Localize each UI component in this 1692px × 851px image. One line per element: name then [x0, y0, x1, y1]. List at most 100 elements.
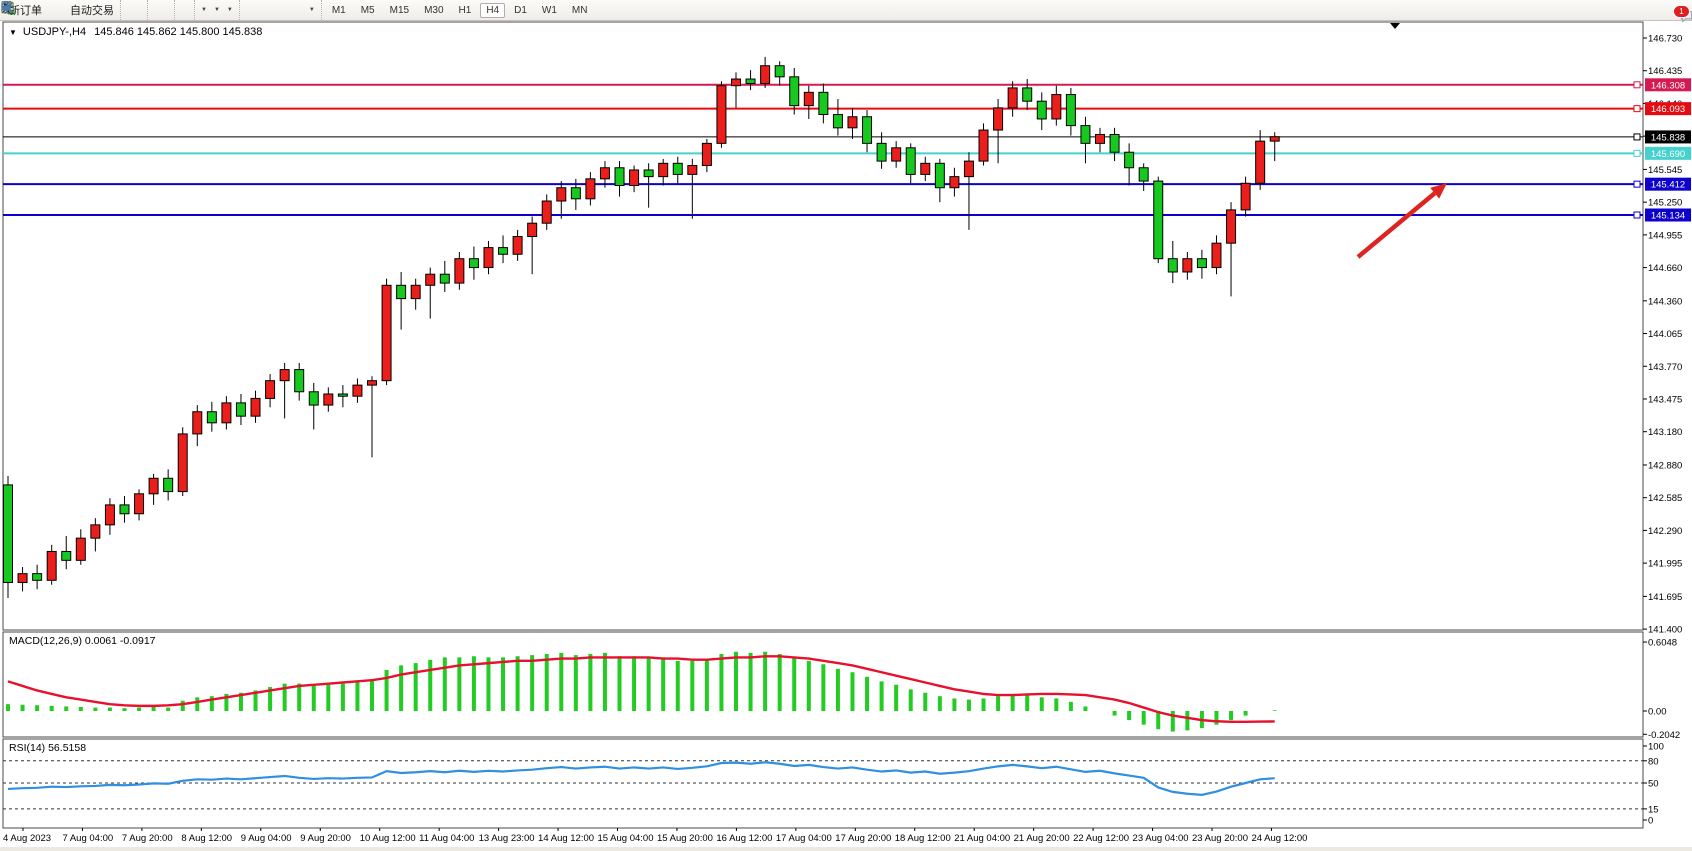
svg-text:146.093: 146.093 — [1651, 104, 1685, 115]
chart-symbol-label: USDJPY-,H4 — [23, 26, 86, 38]
chart-ohlc-values: 145.846 145.862 145.800 145.838 — [94, 26, 262, 38]
svg-text:145.690: 145.690 — [1651, 149, 1685, 160]
toolbar-group-trade: 新订单 自动交易 — [3, 0, 120, 20]
timeframe-W1[interactable]: W1 — [536, 3, 563, 18]
svg-text:141.400: 141.400 — [1648, 625, 1682, 636]
market-watch-button[interactable] — [54, 9, 58, 11]
svg-text:144.360: 144.360 — [1648, 296, 1682, 307]
text-label-button[interactable]: T — [300, 9, 304, 11]
search-icon — [0, 0, 15, 15]
chart-dropdown-icon[interactable]: ▼ — [9, 28, 17, 37]
svg-text:14 Aug 12:00: 14 Aug 12:00 — [538, 833, 594, 844]
chart-canvas[interactable]: 146.730146.435146.140145.845145.545145.2… — [0, 0, 1692, 851]
toolbar-group-chart-type — [120, 0, 147, 20]
svg-text:15 Aug 04:00: 15 Aug 04:00 — [598, 833, 654, 844]
vertical-line-button[interactable] — [258, 9, 262, 11]
crosshair-button[interactable] — [251, 9, 255, 11]
timeframe-D1[interactable]: D1 — [508, 3, 533, 18]
svg-text:142.290: 142.290 — [1648, 526, 1682, 537]
zoom-out-button[interactable] — [159, 9, 163, 11]
svg-text:16 Aug 12:00: 16 Aug 12:00 — [716, 833, 772, 844]
svg-text:21 Aug 04:00: 21 Aug 04:00 — [954, 833, 1010, 844]
text-button[interactable]: A — [293, 9, 297, 11]
svg-text:143.475: 143.475 — [1648, 394, 1682, 405]
svg-text:145.838: 145.838 — [1651, 132, 1685, 143]
toolbar-group-insert: ▼ ▼ ▼ — [194, 0, 239, 20]
auto-scroll-button[interactable] — [179, 9, 183, 11]
zoom-in-button[interactable] — [152, 9, 156, 11]
svg-text:21 Aug 20:00: 21 Aug 20:00 — [1014, 833, 1070, 844]
svg-text:23 Aug 20:00: 23 Aug 20:00 — [1192, 833, 1248, 844]
arrows-button[interactable]: ▼ — [307, 6, 317, 14]
chart-shift-button[interactable] — [186, 9, 190, 11]
svg-text:7 Aug 20:00: 7 Aug 20:00 — [122, 833, 173, 844]
svg-text:144.955: 144.955 — [1648, 230, 1682, 241]
svg-text:0.6048: 0.6048 — [1648, 638, 1677, 649]
timeframe-M1[interactable]: M1 — [326, 3, 352, 18]
svg-text:17 Aug 04:00: 17 Aug 04:00 — [776, 833, 832, 844]
svg-text:22 Aug 12:00: 22 Aug 12:00 — [1073, 833, 1129, 844]
timeframe-H1[interactable]: H1 — [453, 3, 478, 18]
svg-text:143.180: 143.180 — [1648, 427, 1682, 438]
svg-text:146.435: 146.435 — [1648, 66, 1682, 77]
svg-text:145.412: 145.412 — [1651, 180, 1685, 191]
svg-text:15 Aug 20:00: 15 Aug 20:00 — [657, 833, 713, 844]
timeframe-M30[interactable]: M30 — [418, 3, 449, 18]
chevron-down-icon: ▼ — [214, 7, 220, 13]
line-chart-button[interactable] — [139, 9, 143, 11]
timeframe-MN[interactable]: MN — [566, 3, 594, 18]
svg-text:9 Aug 04:00: 9 Aug 04:00 — [241, 833, 292, 844]
chart-profiles-button[interactable] — [47, 9, 51, 11]
svg-text:145.250: 145.250 — [1648, 198, 1682, 209]
main-toolbar: 新订单 自动交易 — [0, 0, 1692, 21]
svg-text:142.880: 142.880 — [1648, 460, 1682, 471]
svg-text:146.308: 146.308 — [1651, 80, 1685, 91]
notifications-badge: 1 — [1673, 5, 1690, 18]
svg-text:0: 0 — [1648, 816, 1653, 827]
timeframe-M5[interactable]: M5 — [355, 3, 381, 18]
bar-chart-button[interactable] — [125, 9, 129, 11]
fibonacci-button[interactable]: F — [286, 9, 290, 11]
signals-button[interactable] — [61, 9, 65, 11]
svg-text:0.00: 0.00 — [1648, 707, 1667, 718]
svg-text:10 Aug 12:00: 10 Aug 12:00 — [360, 833, 416, 844]
chevron-down-icon: ▼ — [227, 7, 233, 13]
templates-button[interactable]: ▼ — [225, 6, 235, 14]
svg-text:17 Aug 20:00: 17 Aug 20:00 — [835, 833, 891, 844]
auto-trading-label: 自动交易 — [70, 2, 114, 18]
svg-text:142.585: 142.585 — [1648, 493, 1682, 504]
svg-text:145.134: 145.134 — [1651, 210, 1685, 221]
toolbar-group-timeframes: M1M5M15M30 H1H4D1W1MN — [321, 0, 598, 20]
svg-text:141.695: 141.695 — [1648, 592, 1682, 603]
periods-button[interactable]: ▼ — [212, 6, 222, 14]
svg-text:18 Aug 12:00: 18 Aug 12:00 — [895, 833, 951, 844]
rsi-indicator-label: RSI(14) 56.5158 — [9, 742, 86, 754]
candlestick-chart-button[interactable] — [132, 9, 136, 11]
svg-text:50: 50 — [1648, 779, 1659, 790]
mt4-application: { "toolbar": { "new_order_label": "新订单",… — [0, 0, 1692, 851]
horizontal-line-button[interactable] — [265, 9, 269, 11]
toolbar-right: 1 — [1669, 9, 1689, 11]
svg-text:146.730: 146.730 — [1648, 34, 1682, 45]
svg-text:24 Aug 12:00: 24 Aug 12:00 — [1251, 833, 1307, 844]
timeframe-H4[interactable]: H4 — [480, 3, 505, 18]
notifications-button[interactable]: 1 — [1679, 9, 1683, 11]
svg-text:13 Aug 23:00: 13 Aug 23:00 — [479, 833, 535, 844]
toolbar-group-scroll — [174, 0, 194, 20]
auto-trading-button[interactable]: 自动交易 — [68, 1, 116, 19]
svg-text:141.995: 141.995 — [1648, 559, 1682, 570]
cursor-button[interactable] — [244, 9, 248, 11]
equidistant-channel-button[interactable]: E — [279, 9, 283, 11]
timeframe-M15[interactable]: M15 — [384, 3, 415, 18]
svg-text:7 Aug 04:00: 7 Aug 04:00 — [62, 833, 113, 844]
toolbar-group-zoom — [147, 0, 174, 20]
indicators-button[interactable]: ▼ — [199, 6, 209, 14]
toolbar-group-objects: E F A T ▼ — [239, 0, 321, 20]
svg-text:144.065: 144.065 — [1648, 329, 1682, 340]
svg-text:144.660: 144.660 — [1648, 263, 1682, 274]
tile-windows-button[interactable] — [166, 9, 170, 11]
chart-title: ▼ USDJPY-,H4 145.846 145.862 145.800 145… — [9, 26, 262, 38]
trendline-button[interactable] — [272, 9, 276, 11]
svg-text:145.545: 145.545 — [1648, 165, 1682, 176]
chevron-down-icon: ▼ — [309, 7, 315, 13]
